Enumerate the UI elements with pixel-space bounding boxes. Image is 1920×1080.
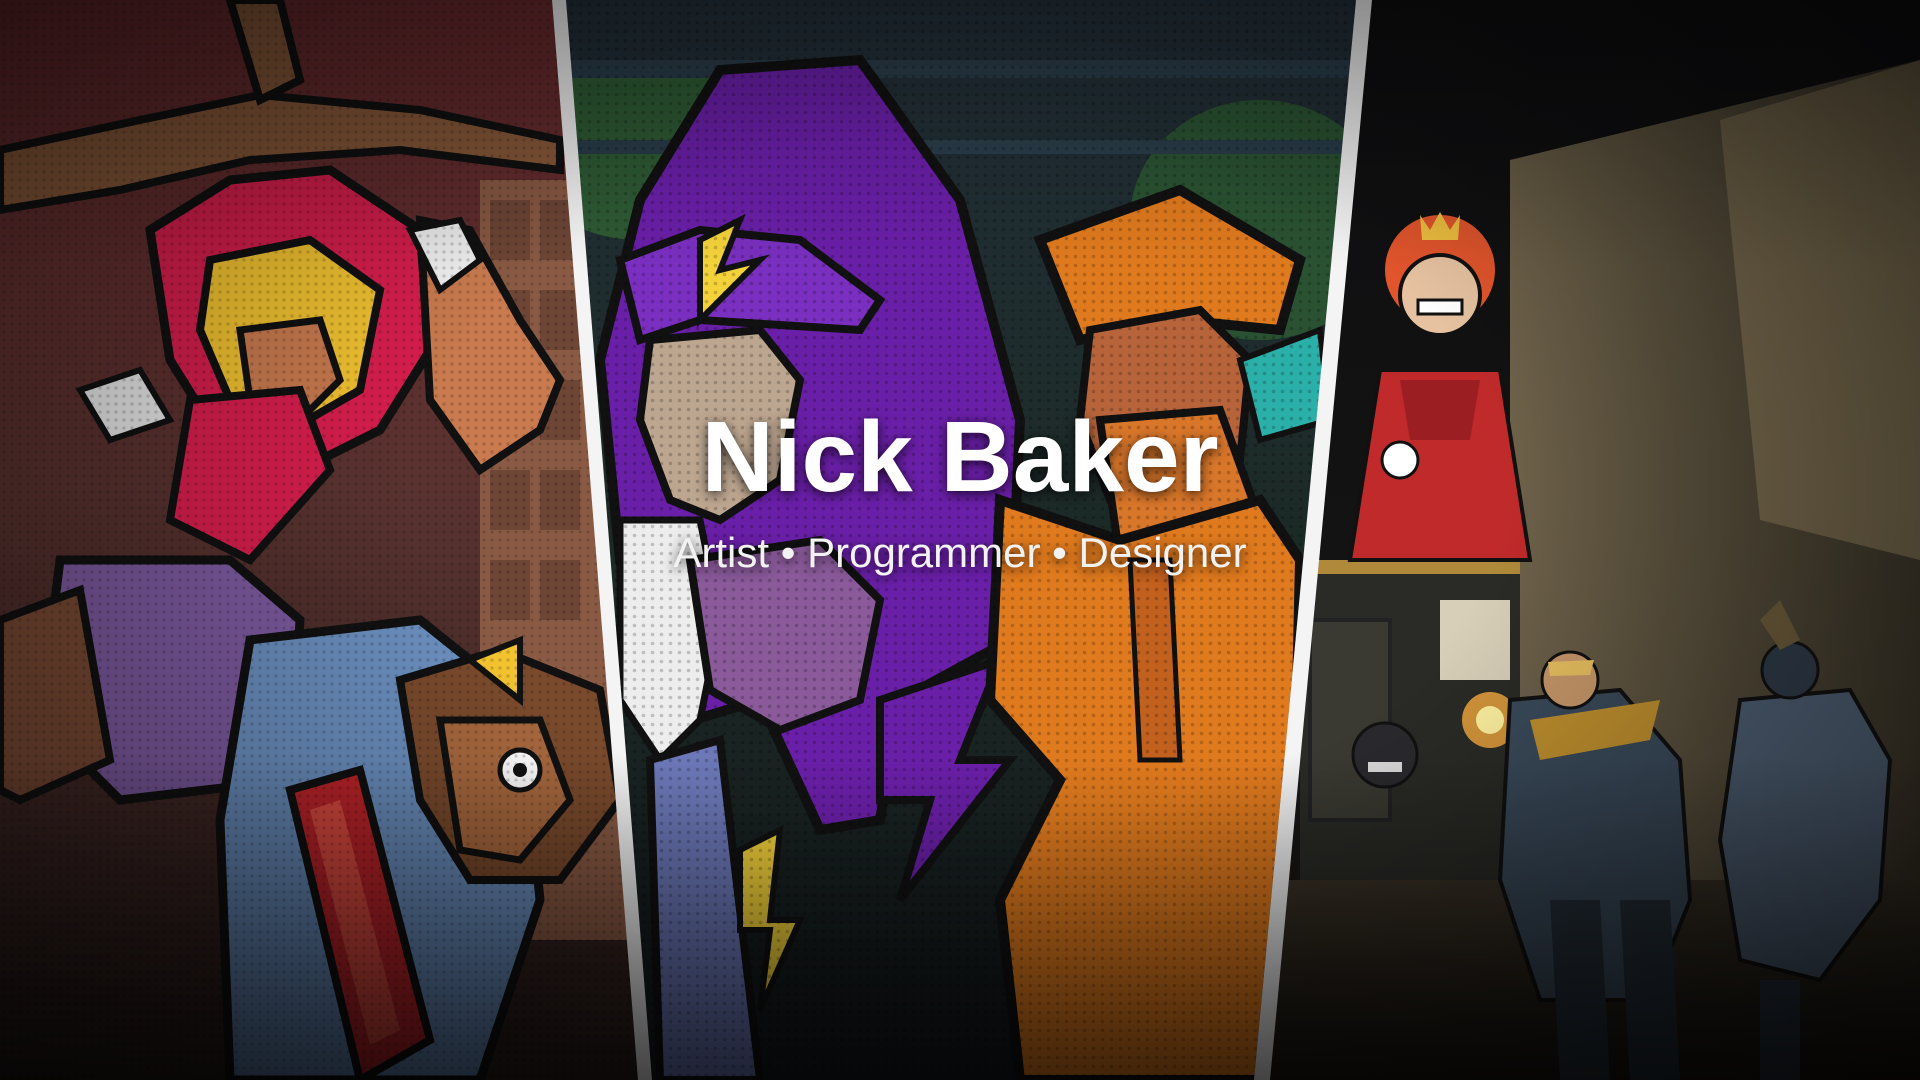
page-subtitle: Artist • Programmer • Designer (673, 529, 1247, 576)
hero-banner: Nick Baker Artist • Programmer • Designe… (0, 405, 1920, 576)
page-title: Nick Baker (701, 401, 1219, 513)
